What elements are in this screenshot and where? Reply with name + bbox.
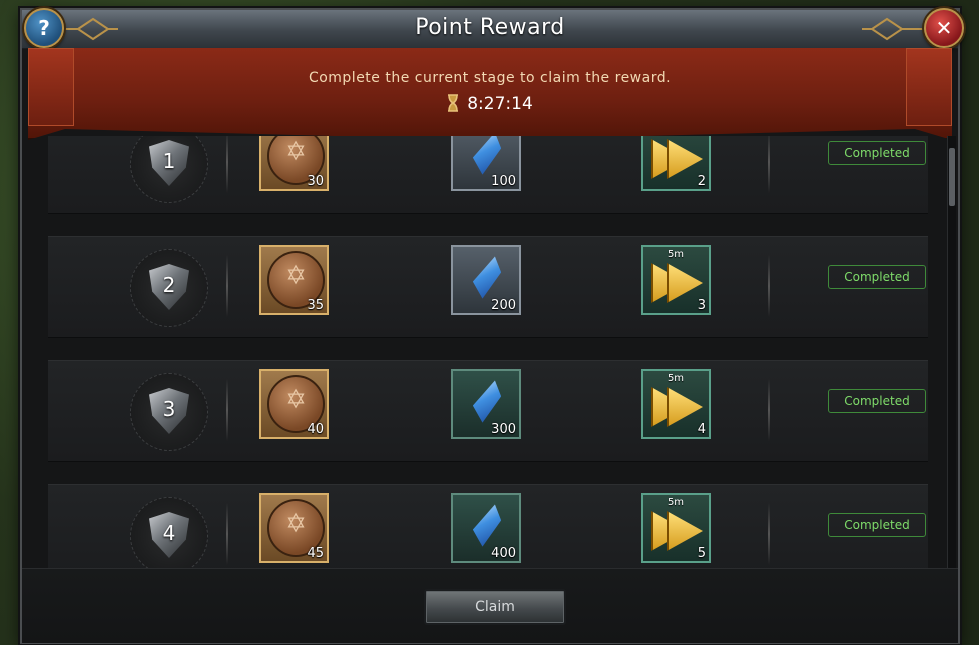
speedup-quantity: 5 [697, 546, 706, 561]
crystal-reward[interactable]: 100 [451, 136, 521, 191]
rank-number: 4 [162, 521, 176, 545]
crystal-reward[interactable]: 200 [451, 245, 521, 315]
countdown-timer: 8:27:14 [28, 94, 952, 114]
crystal-reward[interactable]: 400 [451, 493, 521, 563]
divider [226, 136, 228, 193]
speedup-reward[interactable]: 5m 5 [641, 493, 711, 563]
banner-message: Complete the current stage to claim the … [308, 70, 672, 86]
close-icon: ✕ [935, 16, 953, 40]
divider [226, 379, 228, 441]
point-reward-dialog: Point Reward ? ✕ Complete the current st… [20, 8, 964, 644]
speedup-quantity: 2 [697, 174, 706, 189]
rank-badge: 2 [130, 249, 208, 327]
speedup-quantity: 3 [697, 298, 706, 313]
rank-number: 3 [162, 397, 176, 421]
help-button[interactable]: ? [24, 8, 64, 48]
rank-badge: 1 [130, 136, 208, 203]
close-button[interactable]: ✕ [924, 8, 964, 48]
rank-badge: 3 [130, 373, 208, 451]
help-icon: ? [38, 16, 50, 40]
rank-number: 1 [162, 149, 176, 173]
gold-arrows-speedup-icon [651, 387, 703, 427]
scrollbar-thumb[interactable] [949, 148, 955, 206]
divider [768, 255, 770, 317]
dialog-title: Point Reward [415, 15, 565, 40]
speedup-reward[interactable]: 2 [641, 136, 711, 191]
gold-arrows-speedup-icon [651, 263, 703, 303]
status-badge: Completed [828, 389, 926, 413]
divider [768, 136, 770, 193]
banner-left-flag [28, 48, 74, 126]
title-bar: Point Reward ? ✕ [22, 8, 964, 49]
speedup-quantity: 4 [697, 422, 706, 437]
gold-arrows-speedup-icon [651, 139, 703, 179]
coin-reward[interactable]: ✡ 35 [259, 245, 329, 315]
crystal-quantity: 200 [491, 298, 516, 313]
coin-reward[interactable]: ✡ 40 [259, 369, 329, 439]
blue-crystal-icon [469, 136, 505, 178]
status-badge: Completed [828, 265, 926, 289]
gold-arrows-speedup-icon [651, 511, 703, 551]
dialog-footer: Claim [22, 568, 958, 643]
divider [768, 379, 770, 441]
reward-list[interactable]: 1 ✡ 30 100 2 Completed 2 ✡ 35 200 5m 3 C… [48, 136, 934, 570]
crystal-reward[interactable]: 300 [451, 369, 521, 439]
rank-number: 2 [162, 273, 176, 297]
divider [226, 255, 228, 317]
coin-reward[interactable]: ✡ 45 [259, 493, 329, 563]
crystal-quantity: 300 [491, 422, 516, 437]
speedup-duration: 5m [667, 373, 685, 384]
status-badge: Completed [828, 141, 926, 165]
blue-crystal-icon [469, 500, 505, 549]
coin-quantity: 40 [307, 422, 324, 437]
coin-quantity: 45 [307, 546, 324, 561]
blue-crystal-icon [469, 252, 505, 301]
speedup-reward[interactable]: 5m 3 [641, 245, 711, 315]
crystal-quantity: 100 [491, 174, 516, 189]
hourglass-icon [448, 94, 459, 112]
coin-reward[interactable]: ✡ 30 [259, 136, 329, 191]
timer-value: 8:27:14 [467, 94, 533, 114]
crystal-quantity: 400 [491, 546, 516, 561]
speedup-reward[interactable]: 5m 4 [641, 369, 711, 439]
status-badge: Completed [828, 513, 926, 537]
blue-crystal-icon [469, 376, 505, 425]
speedup-duration: 5m [667, 249, 685, 260]
reward-row: 4 ✡ 45 400 5m 5 Completed [48, 484, 928, 570]
reward-row: 3 ✡ 40 300 5m 4 Completed [48, 360, 928, 462]
rank-badge: 4 [130, 497, 208, 570]
coin-quantity: 30 [307, 174, 324, 189]
coin-quantity: 35 [307, 298, 324, 313]
divider [768, 503, 770, 565]
divider [226, 503, 228, 565]
list-scrollbar[interactable] [947, 136, 956, 570]
reward-row: 1 ✡ 30 100 2 Completed [48, 136, 928, 214]
speedup-duration: 5m [667, 497, 685, 508]
claim-button[interactable]: Claim [424, 589, 566, 625]
reward-row: 2 ✡ 35 200 5m 3 Completed [48, 236, 928, 338]
banner-right-flag [906, 48, 952, 126]
info-banner: Complete the current stage to claim the … [28, 48, 952, 140]
